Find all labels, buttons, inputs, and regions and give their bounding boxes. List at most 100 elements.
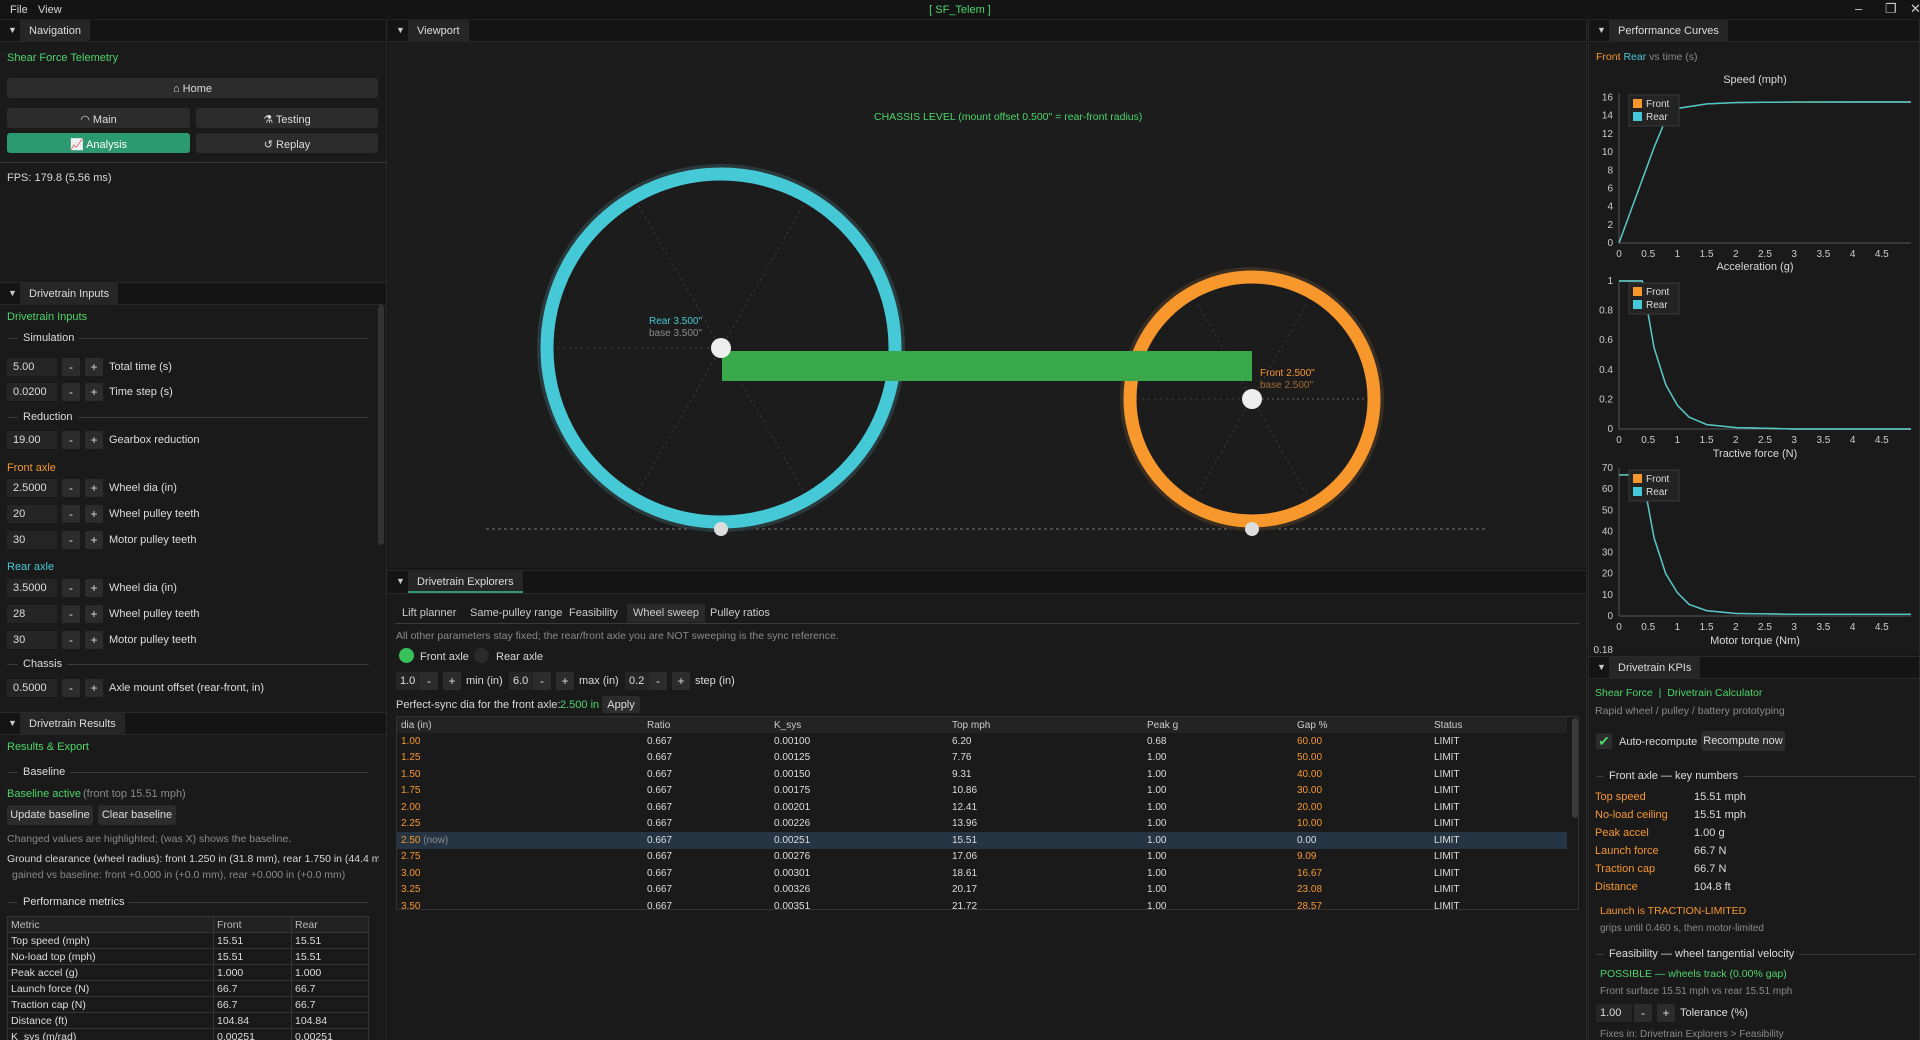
col-ratio[interactable]: Ratio bbox=[643, 717, 770, 733]
table-row[interactable]: 3.00 0.667 0.00301 18.61 1.00 16.67 LIMIT bbox=[397, 865, 1567, 882]
scrollbar[interactable] bbox=[378, 305, 384, 545]
increment-button[interactable]: + bbox=[85, 383, 103, 401]
decrement-button[interactable]: - bbox=[649, 672, 667, 690]
table-row[interactable]: 3.25 0.667 0.00326 20.17 1.00 23.08 LIMIT bbox=[397, 882, 1567, 899]
sweep-max-input[interactable]: 6.0 bbox=[509, 672, 535, 690]
tab-viewport[interactable]: Viewport bbox=[408, 20, 469, 42]
radio-rear-axle[interactable] bbox=[474, 648, 489, 663]
update-baseline-button[interactable]: Update baseline bbox=[7, 805, 93, 825]
tab-pulley-ratios[interactable]: Pulley ratios bbox=[704, 604, 776, 622]
collapse-icon[interactable]: ▼ bbox=[8, 718, 17, 728]
table-scrollbar[interactable] bbox=[1572, 718, 1578, 818]
sweep-min-input[interactable]: 1.0 bbox=[396, 672, 422, 690]
perfect-sync-label: Perfect-sync dia for the front axle: bbox=[396, 699, 561, 711]
front-motor-pulley-input[interactable]: 30 bbox=[7, 531, 57, 549]
increment-button[interactable]: + bbox=[443, 672, 461, 690]
tab-wheel-sweep[interactable]: Wheel sweep bbox=[627, 604, 706, 622]
col-ksys[interactable]: K_sys bbox=[770, 717, 948, 733]
decrement-button[interactable]: - bbox=[1634, 1004, 1652, 1022]
collapse-icon[interactable]: ▼ bbox=[396, 25, 405, 35]
col-top-mph[interactable]: Top mph bbox=[948, 717, 1143, 733]
collapse-icon[interactable]: ▼ bbox=[8, 25, 17, 35]
increment-button[interactable]: + bbox=[85, 431, 103, 449]
decrement-button[interactable]: - bbox=[62, 383, 80, 401]
restore-icon[interactable]: ❐ bbox=[1885, 1, 1897, 17]
front-wheel-dia-input[interactable]: 2.5000 bbox=[7, 479, 57, 497]
minimize-icon[interactable]: – bbox=[1855, 1, 1862, 16]
col-status[interactable]: Status bbox=[1430, 717, 1567, 733]
table-row[interactable]: 1.00 0.667 0.00100 6.20 0.68 60.00 LIMIT bbox=[397, 733, 1567, 750]
table-row[interactable]: 2.00 0.667 0.00201 12.41 1.00 20.00 LIMIT bbox=[397, 799, 1567, 816]
increment-button[interactable]: + bbox=[556, 672, 574, 690]
increment-button[interactable]: + bbox=[85, 631, 103, 649]
decrement-button[interactable]: - bbox=[420, 672, 438, 690]
rear-wheel-pulley-input[interactable]: 28 bbox=[7, 605, 57, 623]
decrement-button[interactable]: - bbox=[533, 672, 551, 690]
decrement-button[interactable]: - bbox=[62, 679, 80, 697]
apply-button[interactable]: Apply bbox=[602, 696, 640, 713]
rear-wheel-dia-input[interactable]: 3.5000 bbox=[7, 579, 57, 597]
table-row[interactable]: 1.50 0.667 0.00150 9.31 1.00 40.00 LIMIT bbox=[397, 766, 1567, 783]
gearbox-input[interactable]: 19.00 bbox=[7, 431, 57, 449]
x-tick-label: 0 bbox=[1616, 622, 1622, 633]
inputs-heading: Drivetrain Inputs bbox=[7, 311, 88, 323]
increment-button[interactable]: + bbox=[85, 679, 103, 697]
tab-feasibility[interactable]: Feasibility bbox=[563, 604, 624, 622]
axle-offset-input[interactable]: 0.5000 bbox=[7, 679, 57, 697]
tab-navigation[interactable]: Navigation bbox=[20, 20, 90, 42]
replay-button[interactable]: ↺ Replay bbox=[196, 133, 378, 153]
table-row[interactable]: 1.75 0.667 0.00175 10.86 1.00 30.00 LIMIT bbox=[397, 783, 1567, 800]
increment-button[interactable]: + bbox=[85, 605, 103, 623]
decrement-button[interactable]: - bbox=[62, 579, 80, 597]
table-row[interactable]: 3.50 0.667 0.00351 21.72 1.00 28.57 LIMIT bbox=[397, 898, 1567, 909]
table-row[interactable]: 1.25 0.667 0.00125 7.76 1.00 50.00 LIMIT bbox=[397, 750, 1567, 767]
tab-drivetrain-results[interactable]: Drivetrain Results bbox=[20, 713, 125, 735]
decrement-button[interactable]: - bbox=[62, 431, 80, 449]
decrement-button[interactable]: - bbox=[62, 479, 80, 497]
increment-button[interactable]: + bbox=[85, 479, 103, 497]
decrement-button[interactable]: - bbox=[62, 358, 80, 376]
front-wheel-pulley-input[interactable]: 20 bbox=[7, 505, 57, 523]
time-step-input[interactable]: 0.0200 bbox=[7, 383, 57, 401]
decrement-button[interactable]: - bbox=[62, 505, 80, 523]
col-dia[interactable]: dia (in) bbox=[397, 717, 643, 733]
total-time-input[interactable]: 5.00 bbox=[7, 358, 57, 376]
tab-drivetrain-kpis[interactable]: Drivetrain KPIs bbox=[1609, 657, 1701, 679]
recompute-now-button[interactable]: Recompute now bbox=[1701, 731, 1785, 751]
col-peak-g[interactable]: Peak g bbox=[1143, 717, 1293, 733]
viewport-header: ▼ Viewport bbox=[388, 20, 1586, 42]
testing-button[interactable]: ⚗ Testing bbox=[196, 108, 378, 128]
tolerance-input[interactable]: 1.00 bbox=[1596, 1004, 1632, 1022]
decrement-button[interactable]: - bbox=[62, 531, 80, 549]
rear-motor-pulley-input[interactable]: 30 bbox=[7, 631, 57, 649]
table-row[interactable]: 2.75 0.667 0.00276 17.06 1.00 9.09 LIMIT bbox=[397, 849, 1567, 866]
home-button[interactable]: ⌂ Home bbox=[7, 78, 378, 98]
tab-lift-planner[interactable]: Lift planner bbox=[396, 604, 462, 622]
increment-button[interactable]: + bbox=[85, 358, 103, 376]
tab-drivetrain-inputs[interactable]: Drivetrain Inputs bbox=[20, 283, 119, 305]
table-row-current[interactable]: 2.50 (now) 0.667 0.00251 15.51 1.00 0.00 LIMIT bbox=[397, 832, 1567, 849]
tab-same-pulley-range[interactable]: Same-pulley range bbox=[464, 604, 568, 622]
radio-front-axle[interactable] bbox=[399, 648, 414, 663]
collapse-icon[interactable]: ▼ bbox=[396, 576, 405, 586]
collapse-icon[interactable]: ▼ bbox=[1597, 662, 1606, 672]
decrement-button[interactable]: - bbox=[62, 631, 80, 649]
close-icon[interactable]: ✕ bbox=[1910, 1, 1920, 17]
increment-button[interactable]: + bbox=[1657, 1004, 1675, 1022]
analysis-button[interactable]: 📈 Analysis bbox=[7, 133, 190, 153]
increment-button[interactable]: + bbox=[85, 579, 103, 597]
sweep-step-input[interactable]: 0.2 bbox=[625, 672, 651, 690]
tab-drivetrain-explorers[interactable]: Drivetrain Explorers bbox=[408, 571, 523, 593]
collapse-icon[interactable]: ▼ bbox=[8, 288, 17, 298]
increment-button[interactable]: + bbox=[85, 505, 103, 523]
increment-button[interactable]: + bbox=[672, 672, 690, 690]
col-gap[interactable]: Gap % bbox=[1293, 717, 1430, 733]
surface-speed-compare: Front surface 15.51 mph vs rear 15.51 mp… bbox=[1600, 986, 1793, 997]
table-row[interactable]: 2.25 0.667 0.00226 13.96 1.00 10.00 LIMIT bbox=[397, 816, 1567, 833]
clear-baseline-button[interactable]: Clear baseline bbox=[98, 805, 176, 825]
main-button[interactable]: ◠ Main bbox=[7, 108, 190, 128]
auto-recompute-checkbox[interactable]: ✔ bbox=[1596, 733, 1612, 749]
increment-button[interactable]: + bbox=[85, 531, 103, 549]
decrement-button[interactable]: - bbox=[62, 605, 80, 623]
cell: 66.7 bbox=[291, 980, 369, 997]
